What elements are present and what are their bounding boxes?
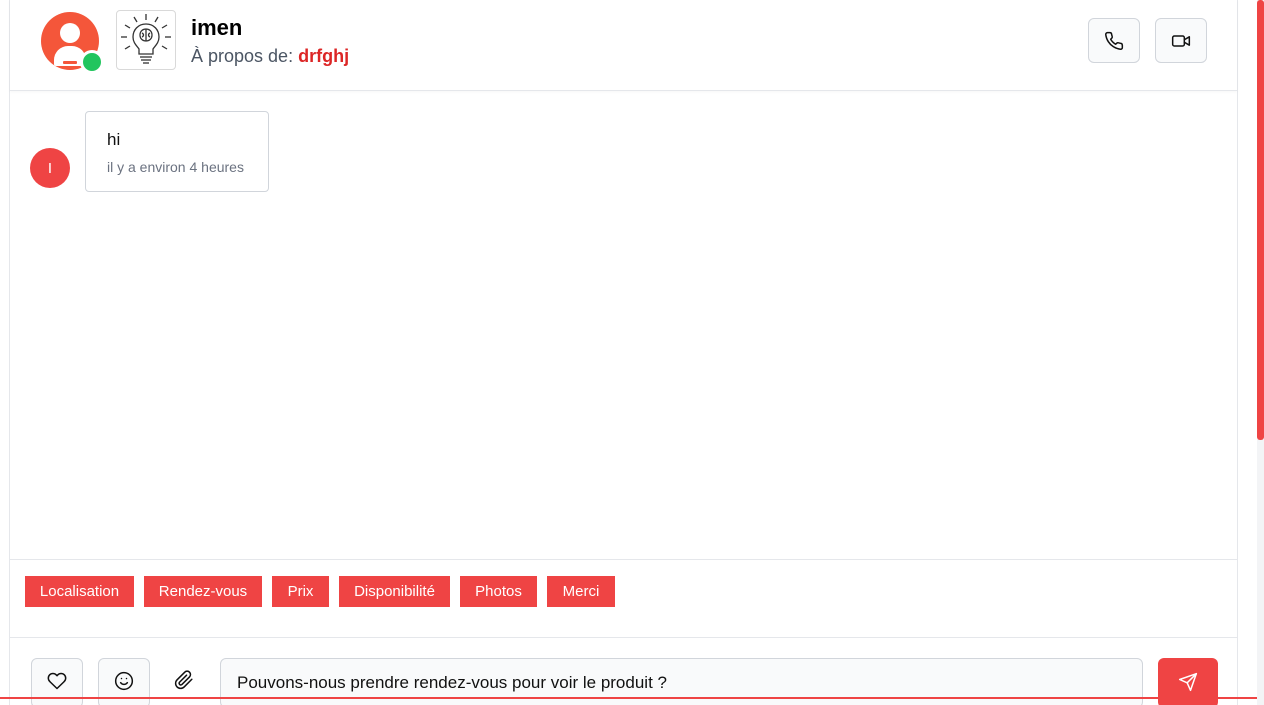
send-icon xyxy=(1178,672,1198,692)
attach-button[interactable] xyxy=(170,666,198,694)
chat-header: imen À propos de: drfghj xyxy=(10,0,1237,91)
quick-reply-photos[interactable]: Photos xyxy=(460,576,537,607)
sender-avatar: I xyxy=(30,148,70,188)
online-status-dot xyxy=(80,50,104,74)
smiley-icon xyxy=(114,671,134,691)
avatar-head-shape xyxy=(60,23,80,43)
paperclip-icon xyxy=(174,670,193,690)
video-camera-icon xyxy=(1171,34,1191,47)
contact-name: imen xyxy=(191,15,243,40)
listing-context: À propos de: drfghj xyxy=(191,46,349,67)
voice-call-button[interactable] xyxy=(1088,18,1140,63)
heart-icon xyxy=(47,672,67,690)
chat-panel: imen À propos de: drfghj I hi il y a env… xyxy=(9,0,1238,705)
quick-reply-rendez-vous[interactable]: Rendez-vous xyxy=(144,576,262,607)
message-bubble: hi il y a environ 4 heures xyxy=(85,111,269,192)
avatar-badge-shape xyxy=(63,61,77,64)
message-text: hi xyxy=(107,130,121,149)
composer-accent-line xyxy=(0,697,1258,699)
about-label: À propos de: xyxy=(191,46,294,66)
quick-reply-merci[interactable]: Merci xyxy=(547,576,615,607)
product-link[interactable]: drfghj xyxy=(298,46,349,66)
video-call-button[interactable] xyxy=(1155,18,1207,63)
quick-reply-prix[interactable]: Prix xyxy=(272,576,329,607)
product-thumbnail[interactable] xyxy=(116,10,176,70)
quick-replies-bar: Localisation Rendez-vous Prix Disponibil… xyxy=(10,559,1237,638)
phone-icon xyxy=(1105,31,1124,50)
page-scrollbar[interactable] xyxy=(1257,0,1264,705)
message-timestamp: il y a environ 4 heures xyxy=(107,159,244,175)
message-list: I hi il y a environ 4 heures xyxy=(10,92,1237,559)
quick-reply-localisation[interactable]: Localisation xyxy=(25,576,134,607)
quick-reply-disponibilite[interactable]: Disponibilité xyxy=(339,576,450,607)
scrollbar-thumb[interactable] xyxy=(1257,0,1264,440)
lightbulb-brain-icon xyxy=(121,14,171,64)
message-composer xyxy=(10,638,1237,705)
